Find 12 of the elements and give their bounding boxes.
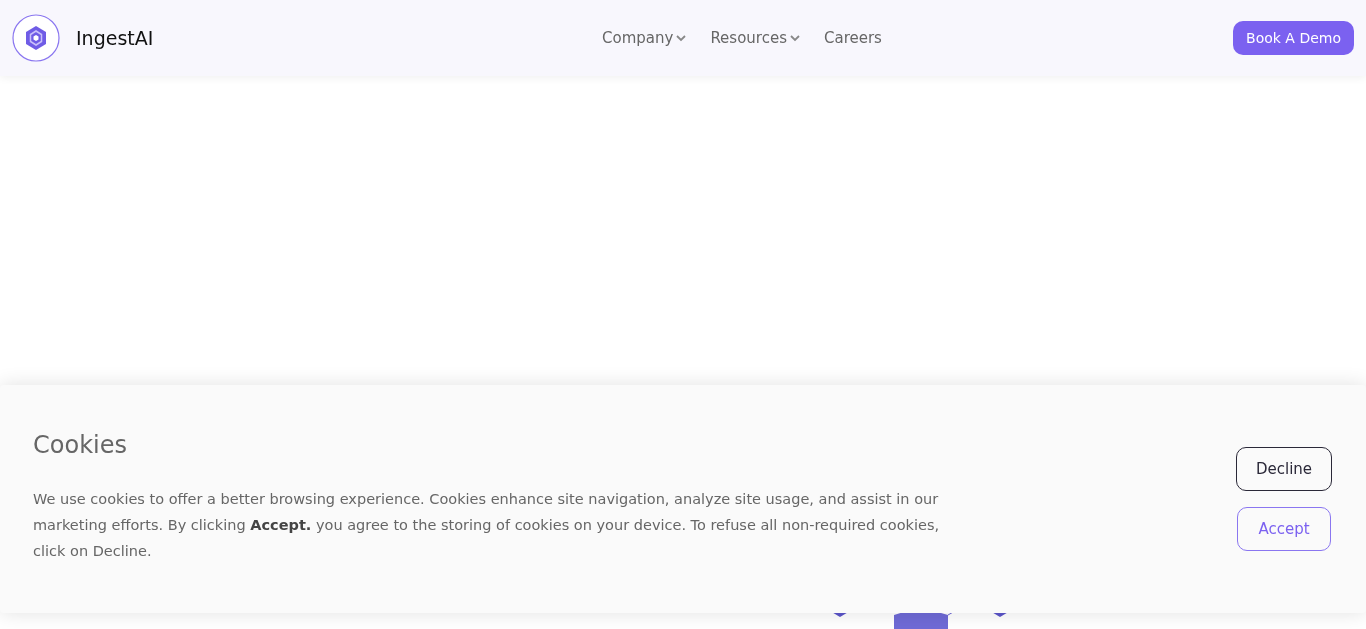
nav-menu[interactable]: Resources — [710, 29, 800, 47]
nav-link[interactable]: Careers — [824, 29, 882, 47]
accept-button[interactable]: Accept — [1237, 507, 1331, 551]
cookie-title: Cookies — [33, 431, 128, 459]
nav-menu[interactable]: Company — [602, 29, 687, 47]
chevron-down-icon — [790, 34, 800, 42]
logo-icon[interactable] — [12, 14, 60, 62]
decline-button[interactable]: Decline — [1236, 447, 1332, 491]
chevron-down-icon — [676, 34, 687, 42]
book-demo-button[interactable]: Book A Demo — [1233, 21, 1354, 55]
cookie-text: We use cookies to offer a better browsing experience. Cookies enhance site navigation, analyze site usage, and assist in our marketing efforts. By clicking Accept. you agree to the storing of cookies on your device. To refuse all non-required cookies, click on Decline. — [33, 490, 941, 561]
brand-name[interactable]: IngestAI — [76, 27, 154, 49]
